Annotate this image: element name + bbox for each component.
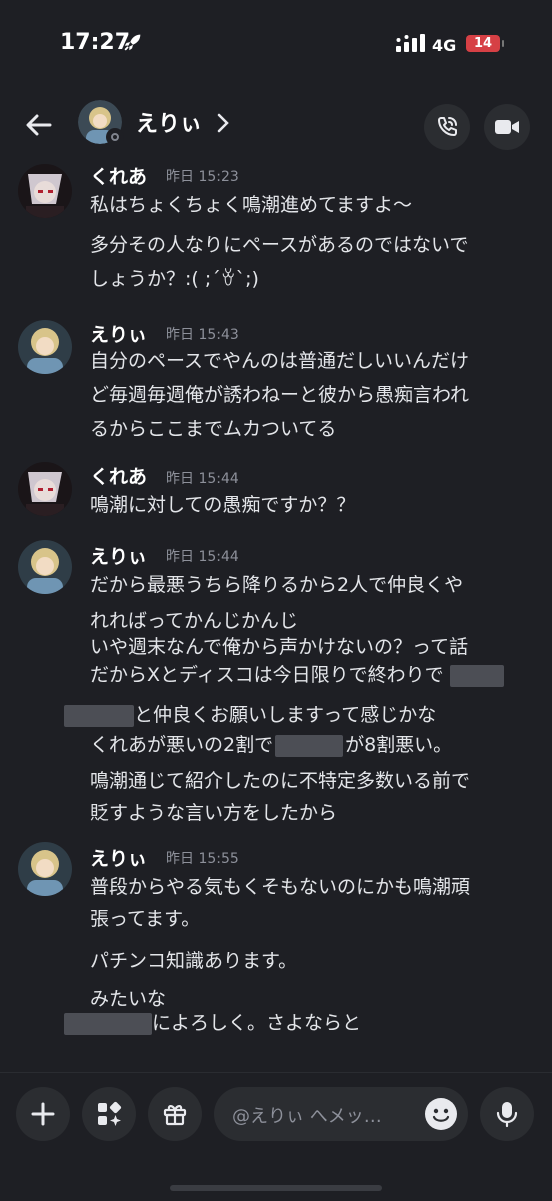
avatar[interactable] bbox=[18, 320, 72, 374]
status-indicator bbox=[106, 128, 124, 146]
message-text: くれあが悪いの2割で が8割悪い。 bbox=[90, 734, 453, 757]
apps-button[interactable] bbox=[82, 1087, 136, 1141]
author-name[interactable]: えりぃ bbox=[90, 844, 147, 871]
message-text: 私はちょくちょく鳴潮進めてますよ〜 bbox=[90, 194, 413, 216]
plus-icon bbox=[31, 1102, 55, 1126]
message-timestamp: 昨日 15:23 bbox=[166, 169, 239, 185]
avatar[interactable] bbox=[18, 462, 72, 516]
redacted-text bbox=[64, 1012, 152, 1035]
emoji-icon[interactable] bbox=[424, 1097, 458, 1131]
message-timestamp: 昨日 15:43 bbox=[166, 327, 239, 343]
author-name[interactable]: くれあ bbox=[90, 462, 147, 489]
voice-call-button[interactable] bbox=[424, 104, 470, 150]
microphone-icon bbox=[496, 1102, 518, 1128]
battery-indicator: 14 bbox=[466, 35, 504, 52]
network-label: 4G bbox=[432, 36, 457, 55]
status-bar: 17:27 4G 14 bbox=[0, 0, 552, 90]
message-text: 鳴潮通じて紹介したのに不特定多数いる前で bbox=[90, 770, 471, 792]
message-timestamp: 昨日 15:55 bbox=[166, 851, 239, 867]
message-text: るからここまでムカついてる bbox=[90, 418, 337, 440]
author-name[interactable]: えりぃ bbox=[90, 320, 147, 347]
author-name[interactable]: えりぃ bbox=[90, 542, 147, 569]
message-text: みたいな bbox=[90, 988, 167, 1010]
status-time: 17:27 bbox=[60, 30, 131, 55]
channel-name[interactable]: えりぃ bbox=[136, 106, 202, 138]
redacted-text bbox=[449, 664, 504, 687]
chevron-right-icon[interactable] bbox=[216, 112, 230, 134]
avatar[interactable] bbox=[18, 164, 72, 218]
message-timestamp: 昨日 15:44 bbox=[166, 471, 239, 487]
author-name[interactable]: くれあ bbox=[90, 162, 147, 189]
message-text: れればってかんじかんじ bbox=[90, 610, 299, 632]
voice-message-button[interactable] bbox=[480, 1087, 534, 1141]
avatar[interactable] bbox=[18, 540, 72, 594]
message-text: と仲良くお願いしますって感じかな bbox=[64, 700, 436, 727]
message-text: 貶すような言い方をしたから bbox=[90, 802, 338, 824]
message-text: パチンコ知識あります。 bbox=[90, 950, 298, 972]
message-text: しょうか？:( ;´ꈊ`;) bbox=[90, 268, 259, 290]
home-indicator bbox=[170, 1185, 382, 1191]
message-text: 張ってます。 bbox=[90, 908, 201, 930]
signal-icon bbox=[396, 34, 425, 52]
message-text: いや週末なんで俺から声かけないの？って話 bbox=[90, 636, 469, 658]
message-text: 自分のペースでやんのは普通だしいいんだけ bbox=[90, 350, 470, 372]
redacted-text bbox=[64, 704, 134, 727]
chat-header: えりぃ bbox=[0, 90, 552, 160]
message-text: 多分その人なりにペースがあるのではないで bbox=[90, 234, 469, 256]
message-input-placeholder: @えりぃ へメッ… bbox=[232, 1106, 382, 1127]
redacted-text bbox=[275, 734, 344, 757]
message-text: によろしく。さよならと bbox=[64, 1008, 361, 1035]
message-input[interactable]: @えりぃ へメッ… bbox=[214, 1087, 468, 1141]
message-text: だから最悪うちら降りるから2人で仲良くや bbox=[90, 574, 464, 596]
message-text: 普段からやる気もくそもないのにかも鳴潮頑 bbox=[90, 876, 471, 898]
rocket-icon bbox=[124, 34, 141, 51]
avatar[interactable] bbox=[18, 842, 72, 896]
attach-button[interactable] bbox=[16, 1087, 70, 1141]
back-arrow-icon[interactable] bbox=[22, 108, 56, 142]
video-call-button[interactable] bbox=[484, 104, 530, 150]
message-composer: @えりぃ へメッ… bbox=[0, 1072, 552, 1201]
message-text: だからXとディスコは今日限りで終わりで bbox=[90, 660, 504, 687]
message-list: くれあ 昨日 15:23 私はちょくちょく鳴潮進めてますよ〜 多分その人なりにペ… bbox=[0, 160, 552, 1072]
apps-icon bbox=[98, 1101, 122, 1126]
message-text: 鳴潮に対しての愚痴ですか？？ bbox=[90, 494, 356, 516]
video-camera-icon bbox=[495, 120, 519, 134]
phone-call-icon bbox=[438, 117, 457, 136]
message-timestamp: 昨日 15:44 bbox=[166, 549, 239, 565]
gift-button[interactable] bbox=[148, 1087, 202, 1141]
gift-icon bbox=[163, 1105, 187, 1126]
message-text: ど毎週毎週俺が誘わねーと彼から愚痴言われ bbox=[90, 384, 470, 406]
